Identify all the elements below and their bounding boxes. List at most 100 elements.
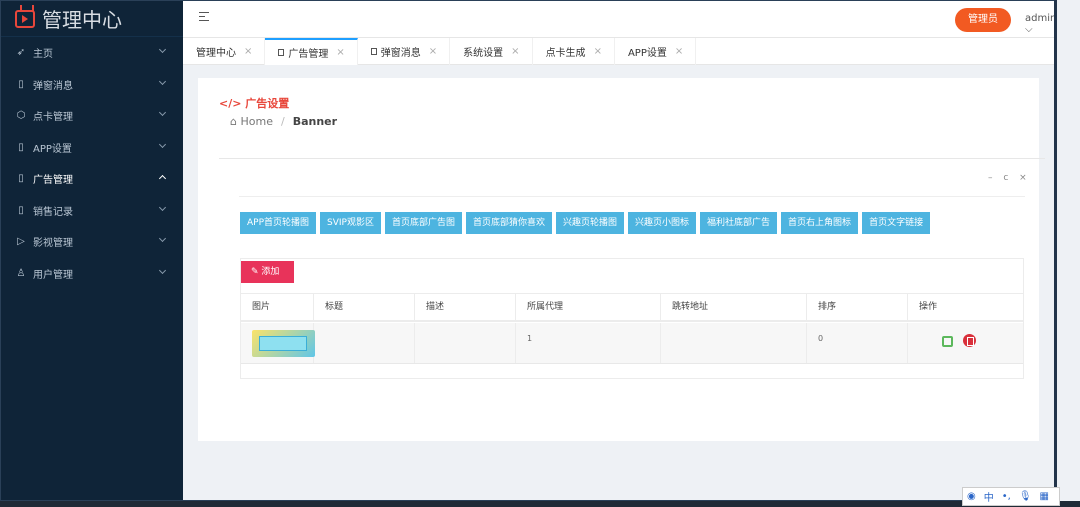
cell-actions	[908, 323, 1023, 363]
breadcrumb-current: Banner	[292, 115, 338, 128]
close-icon[interactable]: ×	[675, 46, 683, 57]
tab-label: APP设置	[627, 48, 667, 59]
tab-label: 系统设置	[463, 48, 504, 59]
breadcrumb: ⌂ Home / Banner	[230, 115, 337, 128]
chevron-down-icon	[158, 77, 167, 85]
sidebar-item-popup[interactable]: ▯ 弹窗消息	[1, 69, 183, 101]
category-button[interactable]: 首页底部广告图	[384, 212, 462, 234]
category-button[interactable]: 首页底部猜你喜欢	[465, 212, 552, 234]
grid-icon[interactable]: ▦	[1040, 491, 1049, 502]
sidebar-item-card[interactable]: ⬡ 点卡管理	[1, 100, 183, 132]
col-agent: 所属代理	[516, 294, 661, 320]
tablet-icon	[370, 48, 377, 55]
app-frame: 管理中心 ➶ 主页 ▯ 弹窗消息 ⬡ 点卡管理 ▯ APP设置 ▯ 广告管理 ▯…	[0, 0, 1056, 501]
chevron-up-icon	[158, 174, 167, 183]
cell-image	[241, 323, 315, 363]
col-order: 排序	[807, 294, 908, 320]
tab-label: 点卡生成	[545, 48, 586, 59]
category-button[interactable]: 首页右上角图标	[781, 212, 859, 234]
col-actions: 操作	[919, 302, 938, 312]
table-row: 1 0	[241, 323, 1023, 364]
chinese-mode-icon[interactable]: 中	[984, 489, 994, 504]
tab-card-gen[interactable]: 点卡生成 ×	[533, 38, 615, 65]
add-button[interactable]: ✎ 添加	[241, 261, 294, 283]
chevron-down-icon	[158, 140, 167, 148]
tablet-icon: ▯	[18, 141, 24, 153]
close-icon[interactable]: ×	[244, 46, 252, 57]
brand: 管理中心	[1, 1, 183, 37]
home-icon: ⌂	[230, 115, 241, 128]
role-button[interactable]: 管理员	[955, 8, 1011, 32]
cell-agent: 1	[516, 323, 661, 363]
user-icon: ♙	[16, 267, 26, 279]
tab-system[interactable]: 系统设置 ×	[450, 38, 533, 65]
close-icon[interactable]: ×	[511, 46, 519, 57]
window-border	[1054, 0, 1057, 501]
page-title-text: 广告设置	[245, 97, 290, 110]
user-menu[interactable]: admin ⌵	[1025, 13, 1055, 35]
taskbar-strip	[0, 501, 1080, 507]
edit-icon[interactable]	[942, 336, 953, 347]
col-image: 图片	[241, 294, 314, 320]
tablet-icon: ▯	[18, 173, 24, 185]
sidebar-item-home[interactable]: ➶ 主页	[1, 37, 183, 69]
category-button[interactable]: SVIP观影区	[320, 212, 381, 234]
app-title: 管理中心	[42, 8, 122, 32]
microphone-icon[interactable]: 🎙	[1019, 491, 1032, 502]
category-buttons: APP首页轮播图 SVIP观影区 首页底部广告图 首页底部猜你喜欢 兴趣页轮播图…	[240, 212, 931, 234]
tab-label: 管理中心	[196, 48, 236, 59]
col-url: 跳转地址	[661, 294, 807, 320]
category-button[interactable]: 首页文字链接	[862, 212, 931, 234]
col-desc: 描述	[415, 294, 516, 320]
banner-table: ✎ 添加 图片 标题 描述 所属代理 跳转地址 排序 操作 1 0	[240, 258, 1024, 379]
col-title: 标题	[314, 294, 415, 320]
tab-label: 广告管理	[288, 49, 329, 60]
ime-toolbar[interactable]: ◉ 中 •, 🎙 ▦	[962, 487, 1060, 506]
chevron-down-icon	[158, 45, 167, 54]
sidebar-item-label: 用户管理	[33, 269, 73, 281]
delete-icon[interactable]	[963, 334, 976, 347]
tablet-icon: ▯	[18, 78, 24, 90]
tab-ads[interactable]: 广告管理 ×	[265, 38, 358, 65]
widget-tools[interactable]: – c ×	[988, 173, 1031, 183]
category-button[interactable]: 兴趣页轮播图	[556, 212, 625, 234]
sidebar-item-app[interactable]: ▯ APP设置	[1, 132, 183, 164]
category-button[interactable]: APP首页轮播图	[240, 212, 317, 234]
cube-icon: ⬡	[16, 110, 26, 122]
page-title: </> 广告设置	[219, 95, 289, 111]
sidebar-item-label: 广告管理	[33, 175, 73, 187]
sidebar-item-users[interactable]: ♙ 用户管理	[1, 258, 183, 290]
category-button[interactable]: 福利社底部广告	[700, 212, 778, 234]
sidebar-item-label: 点卡管理	[33, 112, 73, 124]
close-icon[interactable]: ×	[336, 47, 344, 58]
code-icon: </>	[219, 97, 246, 110]
tab-app[interactable]: APP设置 ×	[615, 38, 697, 65]
breadcrumb-home[interactable]: Home	[240, 115, 272, 128]
cell-order: 0	[807, 323, 908, 363]
tablet-icon	[278, 49, 285, 56]
add-button-label: 添加	[261, 267, 280, 277]
cell-title	[314, 323, 415, 363]
cell-desc	[415, 323, 516, 363]
close-icon[interactable]: ×	[429, 46, 437, 57]
sidebar-item-sales[interactable]: ▯ 销售记录	[1, 195, 183, 227]
cell-url	[661, 323, 807, 363]
sidebar-item-ads[interactable]: ▯ 广告管理	[1, 163, 183, 195]
banner-thumbnail[interactable]	[252, 330, 315, 357]
sidebar-item-video[interactable]: ▷ 影视管理	[1, 226, 183, 258]
close-icon[interactable]: ×	[594, 46, 602, 57]
sidebar-item-label: 主页	[33, 49, 53, 61]
chevron-down-icon: ⌵	[1025, 24, 1033, 35]
play-icon: ▷	[17, 236, 25, 248]
tab-popup[interactable]: 弹窗消息 ×	[358, 38, 451, 65]
main-panel: </> 广告设置 ⌂ Home / Banner – c × APP首页轮播图 SV…	[198, 78, 1045, 441]
divider	[239, 196, 1025, 197]
sidebar-item-label: 弹窗消息	[33, 80, 73, 92]
punctuation-icon[interactable]: •,	[1002, 491, 1011, 502]
menu-toggle-icon[interactable]	[199, 12, 209, 24]
divider	[219, 158, 1045, 159]
chevron-down-icon	[158, 266, 167, 274]
tab-admin-center[interactable]: 管理中心 ×	[183, 38, 266, 65]
category-button[interactable]: 兴趣页小图标	[628, 212, 697, 234]
table-header: 图片 标题 描述 所属代理 跳转地址 排序 操作	[241, 293, 1023, 322]
